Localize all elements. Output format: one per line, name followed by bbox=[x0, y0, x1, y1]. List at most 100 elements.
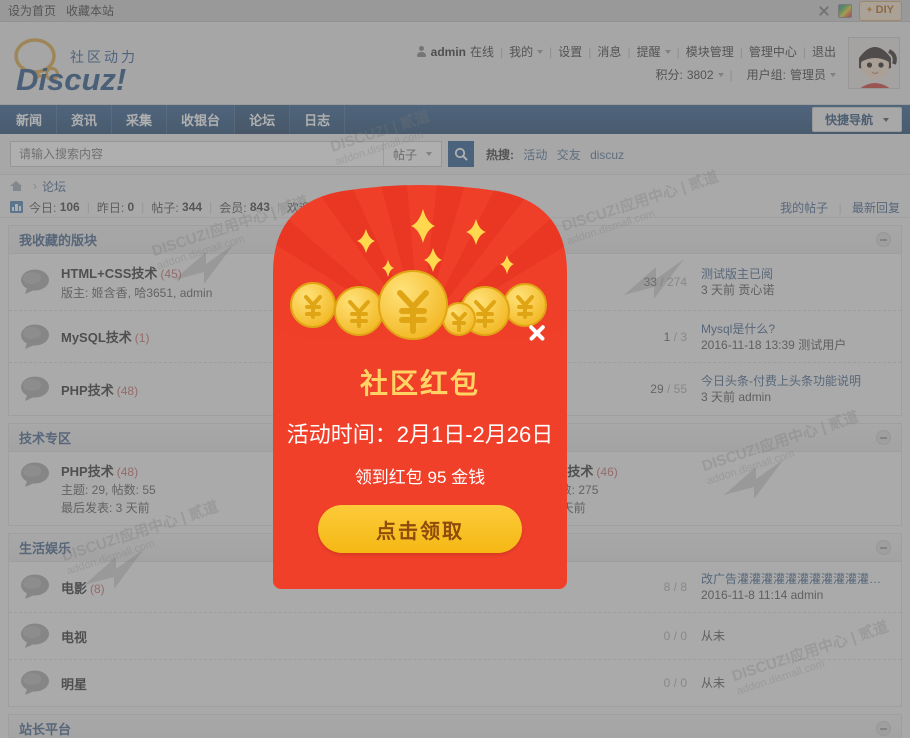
forum-name[interactable]: 明星 bbox=[61, 674, 87, 693]
diy-button[interactable]: ✦ DIY bbox=[859, 0, 902, 21]
hot-search-item-0[interactable]: 活动 bbox=[523, 148, 547, 162]
svg-text:Discuz!: Discuz! bbox=[16, 62, 126, 96]
stats-yesterday-value: 0 bbox=[127, 200, 135, 214]
stats-posts-value: 344 bbox=[182, 200, 203, 214]
forum-icon bbox=[19, 268, 51, 296]
post-count: 0 bbox=[680, 676, 687, 690]
forum-row[interactable]: 电视 0 / 0 从未 bbox=[9, 613, 901, 660]
modal-time-text: 活动时间：2月1日-2月26日 bbox=[286, 422, 554, 447]
search-input[interactable] bbox=[11, 142, 383, 166]
quick-nav-button[interactable]: 快捷导航 bbox=[811, 107, 902, 132]
search-type-selector[interactable]: 帖子 bbox=[382, 142, 441, 166]
red-packet-modal: 社区红包 活动时间：2月1日-2月26日 领到红包 95 金钱 点击领取 bbox=[273, 185, 567, 589]
last-post-meta: 3 天前 贡心诺 bbox=[701, 283, 775, 297]
forum-name[interactable]: 电视 bbox=[61, 627, 87, 646]
menu-item-messages[interactable]: 消息 bbox=[597, 43, 621, 60]
collapse-toggle[interactable] bbox=[876, 430, 891, 445]
last-post: Mysql是什么? 2016-11-18 13:39 测试用户 bbox=[701, 321, 891, 353]
forum-name[interactable]: MySQL技术 (1) bbox=[61, 327, 149, 346]
forum-lastpost-line: 最后发表: 3 天前 bbox=[61, 501, 150, 515]
forum-name[interactable]: 电影 (8) bbox=[61, 578, 105, 597]
section-title: 生活娱乐 bbox=[19, 541, 72, 556]
forum-row[interactable]: 明星 0 / 0 从未 bbox=[9, 660, 901, 706]
username-label[interactable]: admin bbox=[431, 45, 466, 59]
divider: | bbox=[500, 44, 504, 59]
claim-button[interactable]: 点击领取 bbox=[318, 505, 522, 553]
forum-name[interactable]: PHP技术 (48) bbox=[61, 380, 138, 399]
main-navigation: 新闻 资讯 采集 收银台 论坛 日志 快捷导航 bbox=[0, 105, 910, 134]
my-posts-link[interactable]: 我的帖子 bbox=[780, 201, 828, 215]
forum-counts: 1 / 3 bbox=[663, 329, 687, 344]
forum-stat-line: 主题: 29, 帖数: 55 bbox=[61, 483, 156, 497]
menu-item-mine[interactable]: 我的 bbox=[509, 43, 533, 60]
avatar[interactable] bbox=[848, 37, 900, 89]
search-submit-button[interactable] bbox=[448, 141, 474, 167]
chevron-down-icon bbox=[830, 72, 836, 77]
menu-item-admin-center[interactable]: 管理中心 bbox=[749, 43, 797, 60]
forum-name[interactable]: HTML+CSS技术 (45) bbox=[61, 263, 212, 282]
credits-value[interactable]: 3802 bbox=[687, 68, 714, 82]
user-menu-bar: admin 在线 | 我的 | 设置 | 消息 | 提醒 | 模块管理 | 管理… bbox=[416, 22, 840, 104]
usergroup-value[interactable]: 管理员 bbox=[790, 66, 826, 83]
forum-icon bbox=[19, 573, 51, 601]
breadcrumb-separator: › bbox=[33, 179, 37, 193]
site-header: 社区动力 Discuz! admin 在线 | 我的 | 设置 | 消息 | 提… bbox=[0, 22, 910, 105]
stats-today-label: 今日: bbox=[29, 200, 57, 215]
forum-counts: 0 / 0 bbox=[663, 676, 687, 690]
last-post-title[interactable]: Mysql是什么? bbox=[701, 321, 891, 337]
forum-icon bbox=[19, 622, 51, 650]
latest-replies-link[interactable]: 最新回复 bbox=[852, 201, 900, 215]
last-post: 从未 bbox=[701, 675, 891, 691]
close-icon[interactable] bbox=[525, 320, 549, 344]
nav-item-collect[interactable]: 采集 bbox=[112, 105, 168, 134]
section-header: 站长平台 bbox=[9, 715, 901, 738]
post-count: 3 bbox=[680, 329, 687, 344]
chevron-down-icon bbox=[664, 49, 671, 54]
nav-item-blog[interactable]: 日志 bbox=[290, 105, 346, 134]
divider: | bbox=[141, 200, 145, 214]
forum-new-count: (45) bbox=[160, 267, 182, 281]
breadcrumb-current[interactable]: 论坛 bbox=[42, 178, 66, 195]
last-post-title[interactable]: 今日头条-付费上头条功能说明 bbox=[701, 373, 891, 389]
hot-search-item-2[interactable]: discuz bbox=[590, 148, 624, 162]
collapse-toggle[interactable] bbox=[876, 540, 891, 555]
chevron-down-icon bbox=[717, 72, 724, 77]
set-homepage-link[interactable]: 设为首页 bbox=[8, 2, 56, 19]
nav-item-news[interactable]: 新闻 bbox=[2, 105, 58, 134]
forum-name-text: HTML+CSS技术 bbox=[61, 266, 158, 281]
last-post: 从未 bbox=[701, 628, 891, 644]
avatar-image bbox=[849, 38, 899, 88]
hot-search: 热搜: 活动 交友 discuz bbox=[486, 146, 624, 163]
stats-posts-label: 帖子: bbox=[151, 200, 179, 215]
menu-item-module-manage[interactable]: 模块管理 bbox=[686, 43, 734, 60]
thread-count: 29 bbox=[650, 382, 664, 396]
hot-search-item-1[interactable]: 交友 bbox=[557, 148, 581, 162]
nav-item-cashier[interactable]: 收银台 bbox=[167, 105, 236, 134]
forum-new-count: (1) bbox=[134, 331, 150, 345]
home-icon[interactable] bbox=[10, 180, 23, 192]
site-logo[interactable]: 社区动力 Discuz! bbox=[10, 22, 200, 104]
last-post-meta: 从未 bbox=[701, 629, 726, 643]
color-palette-icon[interactable] bbox=[838, 3, 853, 18]
forum-name[interactable]: PHP技术 (48) bbox=[61, 461, 156, 480]
collapse-toggle[interactable] bbox=[876, 721, 891, 736]
nav-item-forum[interactable]: 论坛 bbox=[235, 105, 291, 134]
menu-item-notices[interactable]: 提醒 bbox=[637, 43, 661, 60]
collapse-toggle[interactable] bbox=[876, 232, 891, 247]
last-post-meta: 从未 bbox=[701, 676, 726, 690]
bookmark-site-link[interactable]: 收藏本站 bbox=[66, 2, 114, 19]
forum-new-count: (48) bbox=[116, 383, 139, 398]
last-post-title[interactable]: 测试版主已阅 bbox=[701, 266, 891, 282]
last-post-title[interactable]: 改广告灌灌灌灌灌灌灌灌灌灌灌灌 ... bbox=[701, 571, 891, 587]
post-count: 0 bbox=[680, 629, 687, 643]
user-menu-line-1: admin 在线 | 我的 | 设置 | 消息 | 提醒 | 模块管理 | 管理… bbox=[416, 43, 836, 60]
forum-name-text: 明星 bbox=[61, 676, 88, 692]
usergroup-label: 用户组: bbox=[746, 68, 786, 82]
forum-section-webmaster: 站长平台 bbox=[8, 714, 902, 738]
nav-item-info[interactable]: 资讯 bbox=[57, 105, 113, 134]
menu-item-logout[interactable]: 退出 bbox=[812, 43, 836, 60]
expand-icon[interactable] bbox=[817, 4, 831, 18]
menu-item-settings[interactable]: 设置 bbox=[558, 43, 582, 60]
divider: | bbox=[588, 44, 592, 59]
hot-search-label: 热搜: bbox=[486, 147, 514, 162]
